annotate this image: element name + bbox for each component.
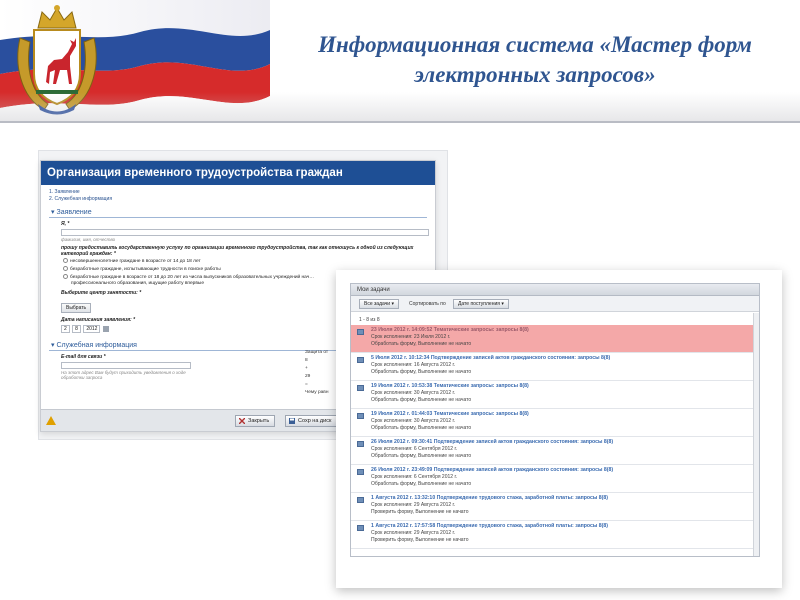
tasks-toolbar: Все задачи ▾ Сортировать по Дате поступл… [351, 296, 759, 312]
page-title-line-2: электронных запросов» [414, 62, 656, 87]
captcha-value: 8 [305, 358, 308, 363]
date-day-input[interactable]: 2 [61, 325, 70, 334]
task-due-date: Срок исполнения: 30 Августа 2012 г. [371, 418, 456, 424]
radio-button[interactable] [63, 258, 68, 263]
task-item[interactable]: 26 Июля 2012 г. 23:49:09 Подтверждение з… [351, 465, 759, 493]
task-due-date: Срок исполнения: 23 Июля 2012 г. [371, 334, 451, 340]
captcha-question: Чему равн [305, 390, 329, 395]
task-title-link[interactable]: 19 Июля 2012 г. 01:44:03 Тематические за… [371, 411, 759, 418]
date-year-input[interactable]: 2012 [83, 325, 101, 334]
filter-tasks-dropdown[interactable]: Все задачи ▾ [359, 299, 399, 309]
fio-label: Я, * [61, 221, 70, 227]
task-status: Обработать форму, Выполнение не начато [371, 341, 472, 347]
save-icon [289, 418, 295, 424]
task-title-link[interactable]: 26 Июля 2012 г. 09:30:41 Подтверждение з… [371, 439, 759, 446]
task-due-date: Срок исполнения: 6 Сентября 2012 г. [371, 474, 458, 480]
radio-option-label: несовершеннолетние граждане в возрасте о… [70, 258, 201, 264]
task-item[interactable]: 19 Июля 2012 г. 10:53:38 Тематические за… [351, 381, 759, 409]
radio-button[interactable] [63, 265, 68, 271]
task-item[interactable]: 1 Августа 2012 г. 17:57:58 Подтверждение… [351, 521, 759, 549]
fio-hint: фамилия, имя, отчество [61, 237, 116, 242]
page-title: Информационная система «Мастер форм элек… [280, 30, 790, 90]
document-icon [357, 469, 364, 475]
calendar-icon[interactable] [102, 325, 109, 332]
close-button-label: Закрыть [248, 418, 270, 424]
document-icon [357, 525, 364, 531]
tasks-count: 1 - 8 из 8 [359, 317, 380, 323]
tasks-scrollbar[interactable] [753, 313, 759, 556]
task-due-date: Срок исполнения: 6 Сентября 2012 г. [371, 446, 458, 452]
category-label: прошу предоставить государственную услуг… [61, 245, 414, 257]
task-title-link[interactable]: 5 Июля 2012 г. 10:12:34 Подтверждение за… [371, 355, 759, 362]
task-due-date: Срок исполнения: 16 Августа 2012 г. [371, 362, 456, 368]
page-title-line-1: Информационная система «Мастер форм [318, 32, 752, 57]
task-title-link[interactable]: 23 Июля 2012 г. 14:09:52 Тематические за… [371, 327, 759, 334]
warning-icon [46, 416, 56, 425]
date-month-input[interactable]: 8 [72, 325, 81, 334]
step-link-service-info[interactable]: 2. Служебная информация [49, 196, 427, 203]
task-title-link[interactable]: 26 Июля 2012 г. 23:49:09 Подтверждение з… [371, 467, 759, 474]
document-icon [357, 497, 364, 503]
document-icon [357, 385, 364, 391]
form-steps: 1. Заявление 2. Служебная информация [41, 185, 435, 203]
task-due-date: Срок исполнения: 30 Августа 2012 г. [371, 390, 456, 396]
step-link-application[interactable]: 1. Заявление [49, 189, 427, 196]
task-item[interactable]: 5 Июля 2012 г. 10:12:34 Подтверждение за… [351, 353, 759, 381]
task-item[interactable]: 23 Июля 2012 г. 14:09:52 Тематические за… [351, 325, 759, 353]
captcha-block: Защита от 8 + 29 = Чему равн [305, 349, 328, 397]
header-shade [0, 92, 800, 122]
task-due-date: Срок исполнения: 29 Августа 2012 г. [371, 530, 456, 536]
section-service-label: Служебная информация [56, 342, 137, 350]
captcha-value: 29 [305, 374, 311, 379]
radio-button[interactable] [63, 273, 68, 279]
task-status: Обработать форму, Выполнение не начато [371, 425, 472, 431]
close-button[interactable]: Закрыть [235, 415, 276, 427]
radio-option-label: безработные граждане, испытывающие трудн… [70, 266, 221, 272]
header-divider [0, 121, 800, 123]
sort-label: Сортировать по [409, 301, 446, 307]
document-icon [357, 329, 364, 335]
task-status: Обработать форму, Выполнение не начато [371, 369, 472, 375]
captcha-equals: = [305, 382, 308, 387]
section-application-label: Заявление [56, 209, 92, 216]
choose-center-button[interactable]: Выбрать [61, 303, 92, 314]
task-status: Обработать форму, Выполнение не начато [371, 453, 472, 459]
section-application-title[interactable]: ▾ Заявление [49, 208, 427, 218]
task-status: Проверить форму, Выполнение не начато [371, 537, 469, 543]
task-status: Обработать форму, Выполнение не начато [371, 481, 472, 487]
close-icon [239, 418, 245, 424]
task-item[interactable]: 1 Августа 2012 г. 13:32:10 Подтверждение… [351, 493, 759, 521]
radio-option[interactable]: несовершеннолетние граждане в возрасте о… [63, 258, 435, 265]
radio-option-label: безработные граждане в возрасте от 18 до… [70, 274, 315, 280]
task-due-date: Срок исполнения: 29 Августа 2012 г. [371, 502, 456, 508]
task-item[interactable]: 26 Июля 2012 г. 09:30:41 Подтверждение з… [351, 437, 759, 465]
document-icon [357, 357, 364, 363]
task-status: Проверить форму, Выполнение не начато [371, 509, 469, 515]
captcha-title: Защита от [305, 350, 329, 355]
save-to-disk-button[interactable]: Сохр на диск [285, 415, 338, 427]
document-icon [357, 441, 364, 447]
tasks-window-title: Мои задачи [351, 284, 759, 296]
task-item[interactable]: 19 Июля 2012 г. 01:44:03 Тематические за… [351, 409, 759, 437]
fio-input[interactable] [61, 229, 429, 236]
save-button-label: Сохр на диск [298, 418, 332, 424]
tasks-screenshot: Мои задачи Все задачи ▾ Сортировать по Д… [350, 283, 760, 557]
task-status: Обработать форму, Выполнение не начато [371, 397, 472, 403]
radio-option-label: профессионального образования, ищущие ра… [71, 281, 205, 287]
document-icon [357, 413, 364, 419]
email-input[interactable] [61, 362, 191, 370]
form-title: Организация временного трудоустройства г… [41, 161, 435, 185]
task-title-link[interactable]: 1 Августа 2012 г. 13:32:10 Подтверждение… [371, 495, 759, 502]
task-title-link[interactable]: 1 Августа 2012 г. 17:57:58 Подтверждение… [371, 523, 759, 530]
captcha-operator: + [305, 366, 308, 371]
email-hint: На этот адрес Вам будут приходить уведом… [61, 370, 186, 381]
task-title-link[interactable]: 19 Июля 2012 г. 10:53:38 Тематические за… [371, 383, 759, 390]
sort-by-dropdown[interactable]: Дате поступления ▾ [453, 299, 509, 309]
